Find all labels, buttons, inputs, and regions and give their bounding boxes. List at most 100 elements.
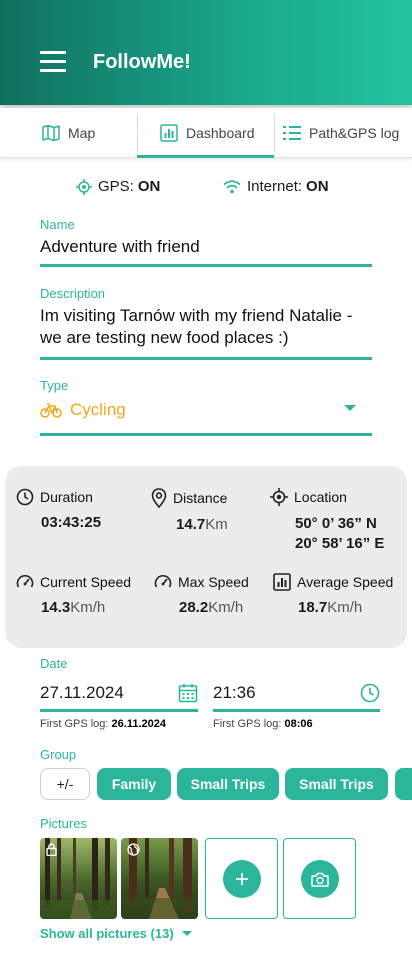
average-speed-unit: Km/h — [327, 599, 363, 616]
date-value[interactable]: 27.11.2024 — [40, 683, 124, 703]
location-pin-icon — [151, 488, 167, 508]
current-speed-value: 14.3 — [41, 599, 71, 616]
first-log-time-value: 08:06 — [284, 718, 313, 730]
date-field[interactable]: Date 27.11.2024 First GPS log: 26.11.202… — [40, 656, 198, 730]
add-picture-circle — [223, 860, 261, 898]
group-label: Group — [40, 747, 77, 762]
tab-dashboard-label: Dashboard — [186, 125, 255, 141]
stat-max-speed: Max Speed 28.2Km/h — [154, 573, 249, 616]
stat-location: Location 50° 0’ 36” N 20° 58’ 16” E — [270, 488, 384, 554]
group-chip-small-trips[interactable]: Small Trips — [177, 768, 279, 800]
name-value[interactable]: Adventure with friend — [40, 236, 372, 258]
group-chip-small-trips[interactable]: Small Trips — [285, 768, 388, 800]
take-photo-circle — [301, 860, 339, 898]
duration-value: 03:43:25 — [41, 514, 102, 531]
picture-thumbnail[interactable] — [121, 838, 198, 919]
stat-duration: Duration 03:43:25 — [16, 488, 101, 531]
take-photo-button[interactable] — [283, 838, 356, 919]
tab-path-gps-log[interactable]: Path&GPS log — [283, 108, 399, 158]
first-log-time-label: First GPS log: — [213, 718, 282, 730]
picture-thumbnail[interactable] — [40, 838, 117, 919]
speedometer-icon — [16, 574, 34, 588]
description-underline — [40, 357, 372, 360]
bar-chart-icon — [160, 124, 178, 142]
dropdown-caret-icon[interactable] — [344, 405, 356, 411]
tab-divider — [137, 114, 138, 152]
status-row: GPS: ON Internet: ON — [0, 178, 412, 200]
gps-status: GPS: ON — [76, 178, 160, 195]
stat-current-speed: Current Speed 14.3Km/h — [16, 573, 131, 616]
tab-map[interactable]: Map — [42, 108, 95, 158]
tab-bar: Map Dashboard Path&GPS log — [0, 108, 412, 158]
average-speed-label: Average Speed — [297, 574, 394, 590]
name-label: Name — [40, 217, 75, 232]
first-gps-log-time: First GPS log: 08:06 — [213, 718, 380, 730]
wifi-icon — [223, 179, 241, 193]
first-log-date-label: First GPS log: — [40, 718, 109, 730]
bicycle-icon — [40, 403, 62, 418]
average-speed-value: 18.7 — [298, 599, 328, 616]
type-value: Cycling — [70, 400, 126, 419]
name-field[interactable]: Name Adventure with friend — [40, 217, 372, 267]
description-value[interactable]: Im visiting Tarnów with my friend Natali… — [40, 305, 372, 349]
crosshair-icon — [270, 488, 288, 506]
stat-distance: Distance 14.7Km — [151, 488, 228, 533]
add-picture-button[interactable] — [205, 838, 278, 919]
location-latitude: 50° 0’ 36” N — [295, 515, 377, 532]
group-chips: +/- Family Small Trips Small Trips — [40, 768, 412, 800]
gps-icon — [76, 178, 92, 195]
group-edit-button[interactable]: +/- — [40, 768, 90, 800]
gps-status-value: ON — [137, 178, 161, 195]
type-dropdown[interactable]: Type Cycling — [40, 378, 372, 436]
bar-chart-icon — [273, 573, 291, 591]
speedometer-icon — [154, 574, 172, 588]
calendar-icon[interactable] — [178, 683, 198, 703]
description-field[interactable]: Description Im visiting Tarnów with my f… — [40, 286, 372, 360]
location-label: Location — [294, 489, 347, 505]
active-tab-indicator — [137, 155, 274, 158]
distance-label: Distance — [173, 490, 228, 506]
distance-value: 14.7 — [176, 516, 206, 533]
description-label: Description — [40, 286, 106, 301]
distance-unit: Km — [205, 516, 228, 533]
clock-icon — [16, 488, 34, 506]
time-field[interactable]: 21:36 First GPS log: 08:06 — [213, 656, 380, 730]
time-value[interactable]: 21:36 — [213, 683, 256, 703]
tab-map-label: Map — [68, 125, 96, 141]
stats-card: Duration 03:43:25 Distance 14.7Km Locati… — [5, 466, 407, 648]
time-underline — [213, 709, 380, 712]
location-longitude: 20° 58’ 16” E — [295, 535, 385, 552]
menu-icon[interactable] — [40, 51, 66, 73]
clock-icon[interactable] — [360, 683, 380, 703]
list-icon — [283, 126, 301, 140]
type-underline — [40, 433, 372, 436]
tab-divider — [274, 114, 275, 152]
max-speed-unit: Km/h — [208, 599, 244, 616]
pictures-label: Pictures — [40, 816, 87, 831]
chevron-down-icon — [181, 931, 192, 936]
date-label: Date — [40, 656, 68, 671]
name-underline — [40, 264, 372, 267]
duration-label: Duration — [40, 489, 93, 505]
internet-status-label: Internet: — [247, 178, 303, 195]
lock-icon — [46, 843, 57, 856]
type-label: Type — [40, 378, 69, 393]
tab-dashboard[interactable]: Dashboard — [160, 108, 255, 158]
show-all-pictures-label: Show all pictures (13) — [40, 926, 174, 941]
show-all-pictures-link[interactable]: Show all pictures (13) — [40, 926, 192, 941]
internet-status: Internet: ON — [223, 178, 329, 195]
current-speed-label: Current Speed — [40, 574, 132, 590]
first-gps-log-date: First GPS log: 26.11.2024 — [40, 718, 198, 730]
current-speed-unit: Km/h — [70, 599, 106, 616]
group-chip-family[interactable]: Family — [97, 768, 171, 800]
max-speed-label: Max Speed — [178, 574, 249, 590]
internet-status-value: ON — [306, 178, 329, 195]
stat-average-speed: Average Speed 18.7Km/h — [273, 573, 393, 616]
plus-icon — [236, 873, 248, 885]
globe-icon — [127, 843, 140, 856]
group-chip-partial[interactable] — [395, 768, 412, 800]
date-underline — [40, 709, 198, 712]
gps-status-label: GPS: — [98, 178, 134, 195]
map-icon — [42, 125, 60, 141]
first-log-date-value: 26.11.2024 — [111, 718, 166, 730]
